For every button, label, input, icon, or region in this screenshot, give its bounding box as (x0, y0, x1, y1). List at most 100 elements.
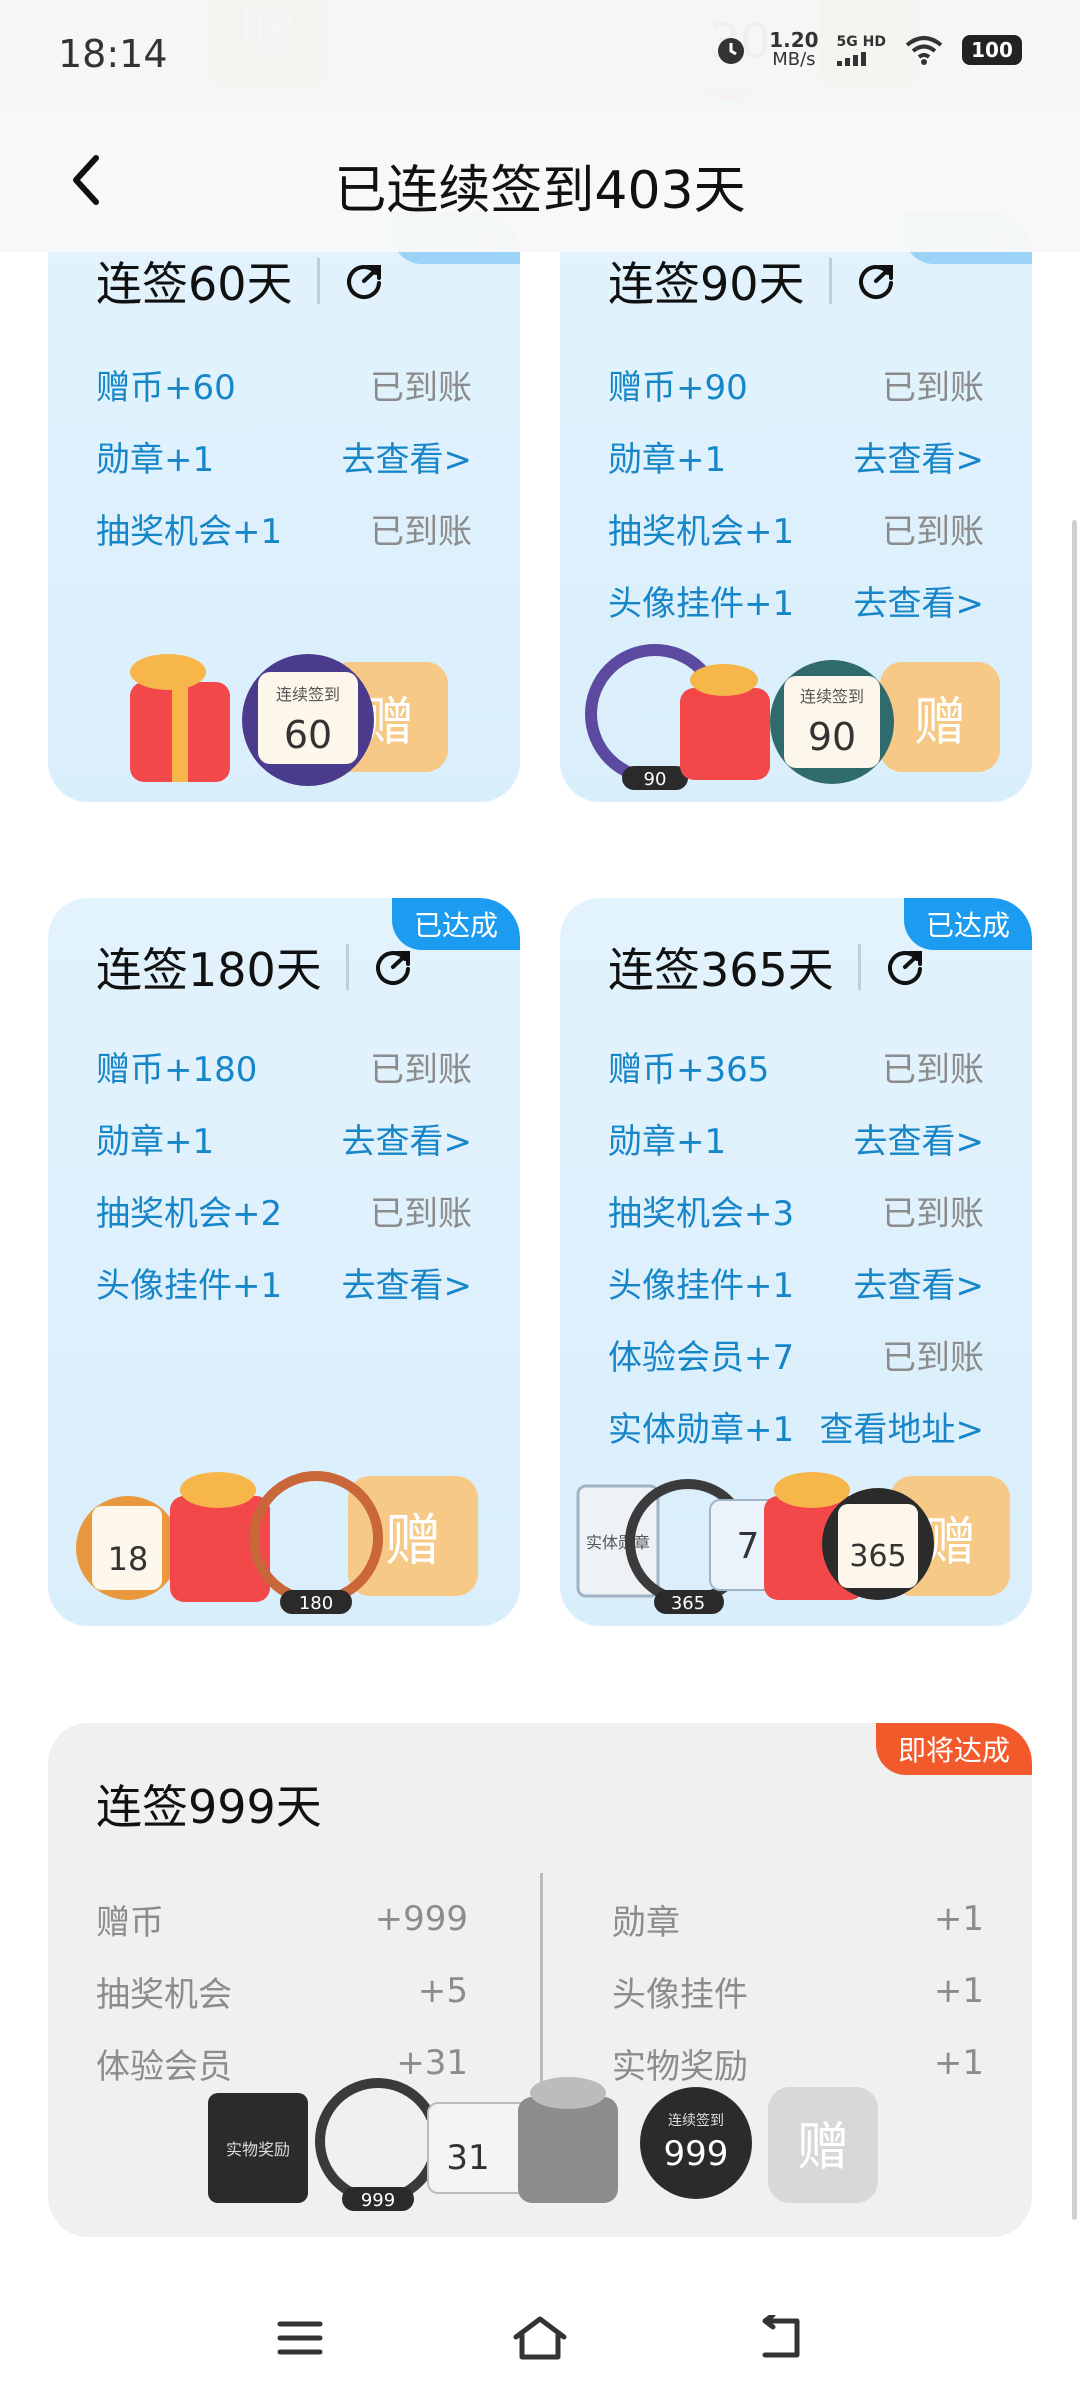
view-address-link[interactable]: 查看地址> (820, 1402, 985, 1451)
reward-row: 头像挂件+1 去查看> (608, 570, 984, 630)
reward-row: 抽奖机会+2 已到账 (96, 1180, 472, 1240)
card-title: 连签90天 (608, 248, 898, 314)
reward-row: 赠币+90 已到账 (608, 354, 984, 414)
view-link[interactable]: 去查看> (854, 432, 985, 481)
reward-row: 抽奖机会+1 已到账 (96, 498, 472, 558)
rewards-illustration: 赠 18 180 (76, 1471, 478, 1614)
reward-label: 赠币+60 (96, 367, 236, 408)
reward-row: 勋章+1 去查看> (608, 1108, 984, 1168)
badge-number: 999 (664, 2134, 729, 2174)
view-link[interactable]: 去查看> (342, 1258, 473, 1307)
network-speed: 1.20 MB/s (769, 30, 818, 70)
reward-status: 已到账 (370, 367, 472, 408)
refresh-icon[interactable] (342, 259, 386, 303)
battery-indicator: 100 (962, 35, 1022, 65)
rewards-illustration: 赠 90 连续签到 90 (585, 644, 1000, 790)
reward-label: 头像挂件+1 (608, 583, 795, 624)
reward-label: 赠币+365 (608, 1049, 770, 1090)
frame-number: 90 (644, 769, 667, 790)
frame-number: 180 (299, 1593, 333, 1614)
reward-label: 抽奖机会 (96, 1974, 232, 2015)
refresh-icon[interactable] (854, 259, 898, 303)
home-icon[interactable] (510, 2308, 570, 2368)
reward-row: 头像挂件+1 去查看> (608, 1252, 984, 1312)
network-speed-unit: MB/s (772, 49, 816, 70)
card-title: 连签365天 (608, 934, 927, 1000)
physical-reward-box-text: 实物奖励 (226, 2140, 290, 2159)
reward-label: 头像挂件+1 (608, 1265, 795, 1306)
status-icons: 1.20 MB/s 5G HD 100 (711, 30, 1022, 70)
reward-value: +5 (417, 1971, 468, 2011)
reward-status: 已到账 (882, 1337, 984, 1378)
reward-row: 赠币+180 已到账 (96, 1036, 472, 1096)
reward-value: +1 (933, 1899, 984, 1939)
refresh-icon[interactable] (371, 945, 415, 989)
calendar-caption: 连续签到 (276, 685, 340, 704)
rewards-illustration: 实物奖励 999 31 连续签到 999 赠 (208, 2077, 878, 2211)
view-link[interactable]: 去查看> (854, 1258, 985, 1307)
reward-row: 勋章+1 去查看> (96, 426, 472, 486)
reward-label: 勋章 (612, 1902, 680, 1943)
title-divider (828, 258, 832, 304)
card-title: 连签60天 (96, 248, 386, 314)
reward-row: 赠币+365 已到账 (608, 1036, 984, 1096)
reward-label: 抽奖机会+3 (608, 1193, 795, 1234)
reward-status: 已到账 (370, 1193, 472, 1234)
rewards-illustration: 赠 连续签到 60 (130, 654, 448, 786)
view-link[interactable]: 去查看> (342, 1114, 473, 1163)
membership-card-number: 7 (737, 1526, 760, 1567)
reward-status: 已到账 (370, 1049, 472, 1090)
reward-value: +999 (374, 1899, 468, 1939)
page-header: 已连续签到403天 (0, 110, 1080, 252)
calendar-number: 60 (284, 713, 332, 757)
cell-signal-icon: 5G HD (836, 34, 886, 66)
ticket-text: 赠 (797, 2118, 849, 2178)
reward-row: 头像挂件 +1 (612, 1955, 984, 2027)
membership-card-number: 31 (446, 2138, 489, 2178)
reward-label: 勋章+1 (96, 1121, 215, 1162)
status-bar: 18:14 1.20 MB/s 5G HD 100 (0, 0, 1080, 110)
system-nav-bar (0, 2270, 1080, 2400)
view-link[interactable]: 去查看> (854, 576, 985, 625)
title-divider (316, 258, 320, 304)
network-speed-value: 1.20 (769, 28, 819, 52)
reward-row: 实体勋章+1 查看地址> (608, 1396, 984, 1456)
reward-label: 赠币+90 (608, 367, 748, 408)
reward-label: 勋章+1 (608, 439, 727, 480)
view-link[interactable]: 去查看> (854, 1114, 985, 1163)
reward-row: 勋章 +1 (612, 1883, 984, 1955)
ticket-text: 赠 (914, 693, 966, 753)
reward-label: 头像挂件 (612, 1974, 748, 2015)
alarm-icon (711, 30, 751, 70)
card-title-text: 连签999天 (96, 1780, 322, 1834)
card-title-text: 连签365天 (608, 943, 834, 997)
reward-row: 抽奖机会+3 已到账 (608, 1180, 984, 1240)
card-title: 连签180天 (96, 934, 415, 1000)
status-time: 18:14 (58, 32, 168, 76)
network-type-label: 5G HD (836, 34, 886, 50)
rewards-illustration: 赠 实体勋章 365 7 365 (576, 1472, 1010, 1614)
refresh-icon[interactable] (883, 945, 927, 989)
reward-status: 已到账 (882, 367, 984, 408)
reward-status: 已到账 (882, 1193, 984, 1234)
view-link[interactable]: 去查看> (342, 432, 473, 481)
reward-column-right: 勋章 +1 头像挂件 +1 实物奖励 +1 (612, 1883, 984, 2099)
reward-label: 赠币+180 (96, 1049, 258, 1090)
reward-row: 赠币+60 已到账 (96, 354, 472, 414)
menu-icon[interactable] (270, 2308, 330, 2368)
card-title-text: 连签180天 (96, 943, 322, 997)
streak-card-999: 即将达成 连签999天 赠币 +999 抽奖机会 +5 体验会员 +31 勋章 … (48, 1723, 1032, 2237)
streak-card-60: 已达成 连签60天 赠币+60 已到账 勋章+1 去查看> 抽奖机会+1 已到账… (48, 212, 520, 802)
reward-label: 抽奖机会+2 (96, 1193, 283, 1234)
streak-card-365: 已达成 连签365天 赠币+365 已到账 勋章+1 去查看> 抽奖机会+3 已… (560, 898, 1032, 1626)
reward-row: 勋章+1 去查看> (608, 426, 984, 486)
title-divider (857, 944, 861, 990)
calendar-number: 90 (808, 715, 856, 759)
badge-caption: 连续签到 (668, 2112, 724, 2129)
reward-column-left: 赠币 +999 抽奖机会 +5 体验会员 +31 (96, 1883, 468, 2099)
reward-label: 赠币 (96, 1902, 164, 1943)
back-arrow-icon[interactable] (752, 2308, 812, 2368)
scrollbar[interactable] (1072, 520, 1077, 2220)
reward-value: +1 (933, 1971, 984, 2011)
reward-row: 体验会员+7 已到账 (608, 1324, 984, 1384)
